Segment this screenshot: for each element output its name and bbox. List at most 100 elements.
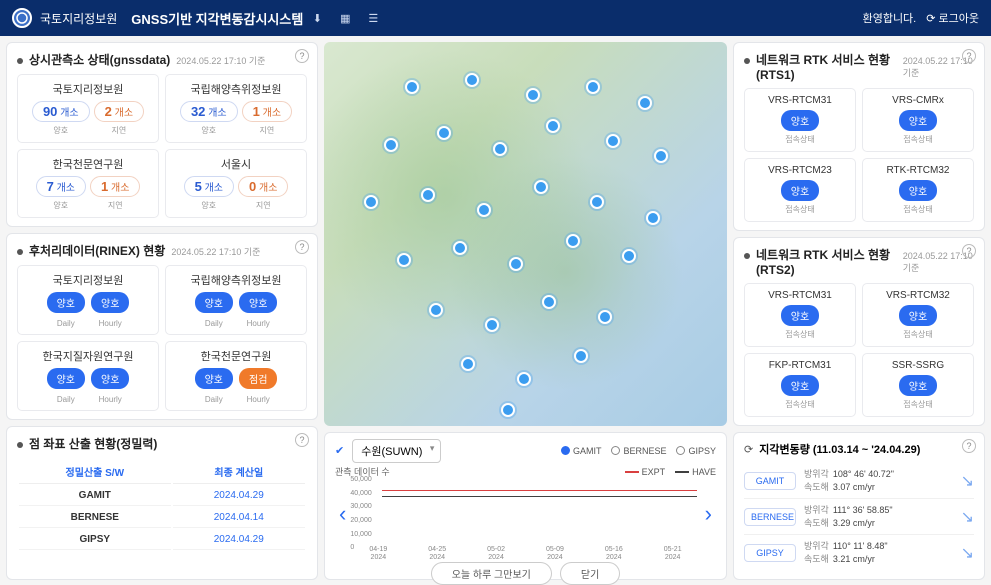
- good-count: 7 개소: [36, 176, 86, 197]
- status-label: 접속상태: [867, 399, 969, 410]
- panel-title: 네트워크 RTK 서비스 현황 (RTS1): [756, 51, 897, 82]
- org-logo-icon: [12, 8, 32, 28]
- chart-legend: GAMIT BERNESE GIPSY: [561, 446, 716, 456]
- map-marker[interactable]: [654, 149, 668, 163]
- map-marker[interactable]: [501, 403, 515, 417]
- info-icon[interactable]: ?: [295, 49, 309, 63]
- map-marker[interactable]: [509, 257, 523, 271]
- app-title: GNSS기반 지각변동감시시스템: [131, 9, 303, 28]
- good-count: 90 개소: [32, 101, 90, 122]
- map-marker[interactable]: [566, 234, 580, 248]
- panel-title: 지각변동량 (11.03.14 ~ '24.04.29): [759, 441, 920, 457]
- map-marker[interactable]: [546, 119, 560, 133]
- delay-count: 2 개소: [94, 101, 144, 122]
- map-marker[interactable]: [461, 357, 475, 371]
- rtk-service-card: VRS-CMRx 양호 접속상태: [862, 88, 974, 152]
- info-icon[interactable]: ?: [962, 439, 976, 453]
- grid-view-icon[interactable]: ▦: [334, 7, 356, 29]
- table-row: GAMIT2024.04.29: [19, 486, 305, 506]
- map-marker[interactable]: [534, 180, 548, 194]
- disp-row: GIPSY 방위각110° 11' 8.48"속도해3.21 cm/yr ↘: [744, 535, 974, 570]
- map-marker[interactable]: [397, 253, 411, 267]
- solver-tag: GIPSY: [744, 544, 796, 562]
- hide-today-button[interactable]: 오늘 하루 그만보기: [431, 562, 552, 585]
- map-marker[interactable]: [526, 88, 540, 102]
- org-name: 국립해양측위정보원: [170, 81, 302, 97]
- chart-series-line: [382, 496, 696, 497]
- panel-displacement: ⟳지각변동량 (11.03.14 ~ '24.04.29) ? GAMIT 방위…: [733, 432, 985, 580]
- info-icon[interactable]: ?: [295, 240, 309, 254]
- map-marker[interactable]: [646, 211, 660, 225]
- daily-status: 양호Daily: [47, 368, 85, 404]
- rinex-org-card: 국토지리정보원 양호Daily 양호Hourly: [17, 265, 159, 335]
- service-name: RTK-RTCM32: [867, 165, 969, 176]
- map-marker[interactable]: [574, 349, 588, 363]
- service-name: VRS-RTCM31: [749, 290, 851, 301]
- org-name: 국토지리정보원: [22, 272, 154, 288]
- status-badge: 양호: [899, 305, 937, 326]
- chart-plot: 010,00020,00030,00040,00050,00004-192024…: [350, 480, 700, 548]
- status-badge: 양호: [781, 375, 819, 396]
- greeting-text: 환영합니다.: [863, 10, 917, 26]
- chart-prev-button[interactable]: ‹: [335, 501, 350, 527]
- app-header: 국토지리정보원 GNSS기반 지각변동감시시스템 ⬇ ▦ ☰ 환영합니다. ⟳ …: [0, 0, 991, 36]
- rtk-service-card: VRS-RTCM31 양호 접속상태: [744, 88, 856, 152]
- map-marker[interactable]: [606, 134, 620, 148]
- map-marker[interactable]: [485, 318, 499, 332]
- status-label: 접속상태: [749, 399, 851, 410]
- org-name: 서울시: [170, 156, 302, 172]
- map-marker[interactable]: [364, 195, 378, 209]
- map-marker[interactable]: [429, 303, 443, 317]
- map-marker[interactable]: [437, 126, 451, 140]
- status-label: 접속상태: [749, 204, 851, 215]
- map-marker[interactable]: [453, 241, 467, 255]
- status-badge: 양호: [899, 110, 937, 131]
- status-label: 접속상태: [867, 134, 969, 145]
- status-badge: 양호: [899, 180, 937, 201]
- map-marker[interactable]: [465, 73, 479, 87]
- service-name: VRS-RTCM31: [749, 95, 851, 106]
- map-marker[interactable]: [590, 195, 604, 209]
- sync-icon[interactable]: ⟳: [744, 443, 753, 456]
- map-marker[interactable]: [542, 295, 556, 309]
- map-marker[interactable]: [622, 249, 636, 263]
- map-marker[interactable]: [586, 80, 600, 94]
- download-icon[interactable]: ⬇: [306, 7, 328, 29]
- status-label: 접속상태: [867, 329, 969, 340]
- close-button[interactable]: 닫기: [560, 562, 620, 585]
- status-label: 접속상태: [749, 329, 851, 340]
- map-marker[interactable]: [517, 372, 531, 386]
- hourly-status: 양호Hourly: [91, 292, 129, 328]
- timestamp: 2024.05.22 17:10 기준: [176, 54, 265, 67]
- map-marker[interactable]: [638, 96, 652, 110]
- logout-button[interactable]: ⟳ 로그아웃: [926, 10, 979, 26]
- map-marker[interactable]: [493, 142, 507, 156]
- map-marker[interactable]: [384, 138, 398, 152]
- panel-coord: 점 좌표 산출 현황(정밀력) ? 정밀산출 S/W최종 계산일 GAMIT20…: [6, 426, 318, 580]
- list-view-icon[interactable]: ☰: [362, 7, 384, 29]
- rtk-service-card: VRS-RTCM23 양호 접속상태: [744, 158, 856, 222]
- panel-rinex: 후처리데이터(RINEX) 현황2024.05.22 17:10 기준 ? 국토…: [6, 233, 318, 420]
- org-name: 국토지리정보원: [22, 81, 154, 97]
- status-label: 접속상태: [867, 204, 969, 215]
- map-marker[interactable]: [598, 310, 612, 324]
- map-view[interactable]: [324, 42, 727, 426]
- timestamp: 2024.05.22 17:10 기준: [171, 245, 260, 258]
- check-icon: ✔: [335, 444, 344, 457]
- table-row: GIPSY2024.04.29: [19, 530, 305, 550]
- arrow-icon: ↘: [961, 543, 974, 563]
- good-count: 32 개소: [180, 101, 238, 122]
- chart-legend-2: EXPT HAVE: [625, 467, 716, 477]
- info-icon[interactable]: ?: [295, 433, 309, 447]
- info-icon[interactable]: ?: [962, 244, 976, 258]
- map-marker[interactable]: [421, 188, 435, 202]
- info-icon[interactable]: ?: [962, 49, 976, 63]
- map-marker[interactable]: [477, 203, 491, 217]
- service-name: VRS-RTCM23: [749, 165, 851, 176]
- gnss-org-card: 한국천문연구원 7 개소양호 1 개소지연: [17, 149, 159, 218]
- map-marker[interactable]: [405, 80, 419, 94]
- chart-next-button[interactable]: ›: [701, 501, 716, 527]
- hourly-status: 점검Hourly: [239, 368, 277, 404]
- panel-rtk2: 네트워크 RTK 서비스 현황 (RTS2)2024.05.22 17:10 기…: [733, 237, 985, 426]
- station-select[interactable]: 수원(SUWN): [352, 439, 441, 463]
